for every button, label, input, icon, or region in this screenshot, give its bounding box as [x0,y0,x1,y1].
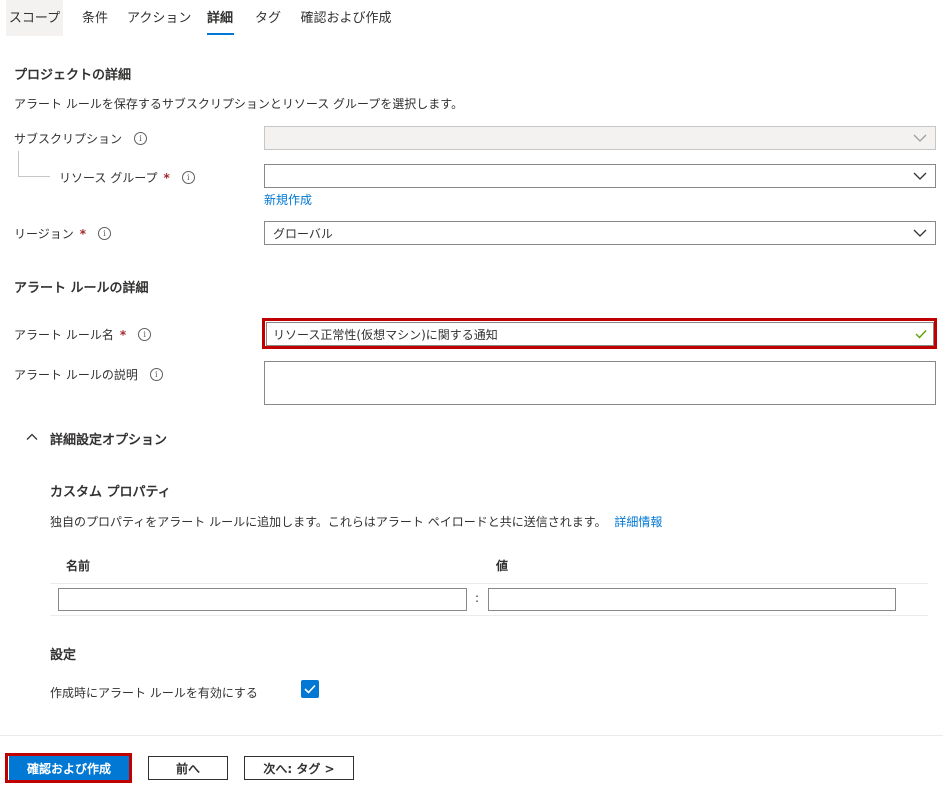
project-details-description: アラート ルールを保存するサブスクリプションとリソース グループを選択します。 [14,97,464,111]
table-divider [50,583,928,584]
subscription-select [264,126,936,150]
subscription-label: サブスクリプション [14,132,123,146]
alert-rule-name-input[interactable]: リソース正常性(仮想マシン)に関する通知 [266,322,934,346]
key-value-separator: : [475,591,480,605]
tab-condition[interactable]: 条件 [76,0,114,36]
region-select[interactable]: グローバル [264,221,936,245]
info-icon[interactable]: i [98,227,112,240]
tab-details[interactable]: 詳細 [202,0,238,36]
required-asterisk: * [163,170,170,185]
active-tab-indicator [207,33,234,35]
tab-tags[interactable]: タグ [253,0,283,36]
info-icon[interactable]: i [134,132,148,145]
region-label-row: リージョン * i [14,225,112,242]
column-header-name: 名前 [66,559,91,573]
region-value: グローバル [273,226,333,241]
tree-connector-vertical [18,151,19,177]
tree-connector-horizontal [18,176,50,177]
alert-rule-name-label: アラート ルール名 [14,328,114,342]
custom-properties-title: カスタム プロパティ [50,485,171,500]
column-header-value: 値 [496,559,509,573]
settings-title: 設定 [50,648,77,663]
custom-properties-description: 独自のプロパティをアラート ルールに追加します。これらはアラート ペイロードと共… [50,515,607,529]
tab-scope[interactable]: スコープ [6,0,63,36]
enable-on-create-checkbox[interactable] [301,680,319,698]
tab-review-create[interactable]: 確認および作成 [298,0,394,36]
project-details-title: プロジェクトの詳細 [14,68,132,83]
chevron-down-icon [913,134,927,142]
resource-group-select[interactable] [264,164,936,188]
alert-rule-name-label-row: アラート ルール名 * i [14,326,152,343]
advanced-options-toggle[interactable]: 詳細設定オプション [50,429,167,448]
alert-rule-name-value: リソース正常性(仮想マシン)に関する通知 [273,327,498,342]
learn-more-link[interactable]: 詳細情報 [614,515,662,529]
previous-button[interactable]: 前へ [148,756,228,780]
alert-rule-description-label: アラート ルールの説明 [14,368,138,382]
review-create-button[interactable]: 確認および作成 [9,756,129,780]
region-label: リージョン [14,227,74,241]
resource-group-label-row: リソース グループ * i [59,169,195,186]
chevron-up-icon[interactable] [26,432,38,442]
required-asterisk: * [79,226,87,241]
required-asterisk: * [119,327,127,342]
chevron-down-icon [913,229,927,237]
info-icon[interactable]: i [138,328,152,341]
custom-property-name-input[interactable] [58,588,467,611]
enable-on-create-label: 作成時にアラート ルールを有効にする [50,686,258,700]
subscription-label-row: サブスクリプション i [14,130,148,147]
custom-property-value-input[interactable] [488,588,896,611]
resource-group-label: リソース グループ [59,171,158,185]
footer-divider [0,735,943,736]
checkmark-icon [304,684,316,694]
tab-action[interactable]: アクション [127,0,191,36]
table-divider [50,615,928,616]
alert-rule-description-label-row: アラート ルールの説明 i [14,366,163,383]
info-icon[interactable]: i [149,368,163,381]
info-icon[interactable]: i [181,171,195,184]
chevron-down-icon [913,172,927,180]
create-new-resource-group-link[interactable]: 新規作成 [264,191,312,208]
next-tags-button[interactable]: 次へ: タグ > [244,756,354,780]
checkmark-valid-icon [915,330,927,339]
custom-properties-description-row: 独自のプロパティをアラート ルールに追加します。これらはアラート ペイロードと共… [50,513,662,530]
alert-rule-details-title: アラート ルールの詳細 [14,281,149,296]
alert-rule-description-input[interactable] [264,361,936,405]
